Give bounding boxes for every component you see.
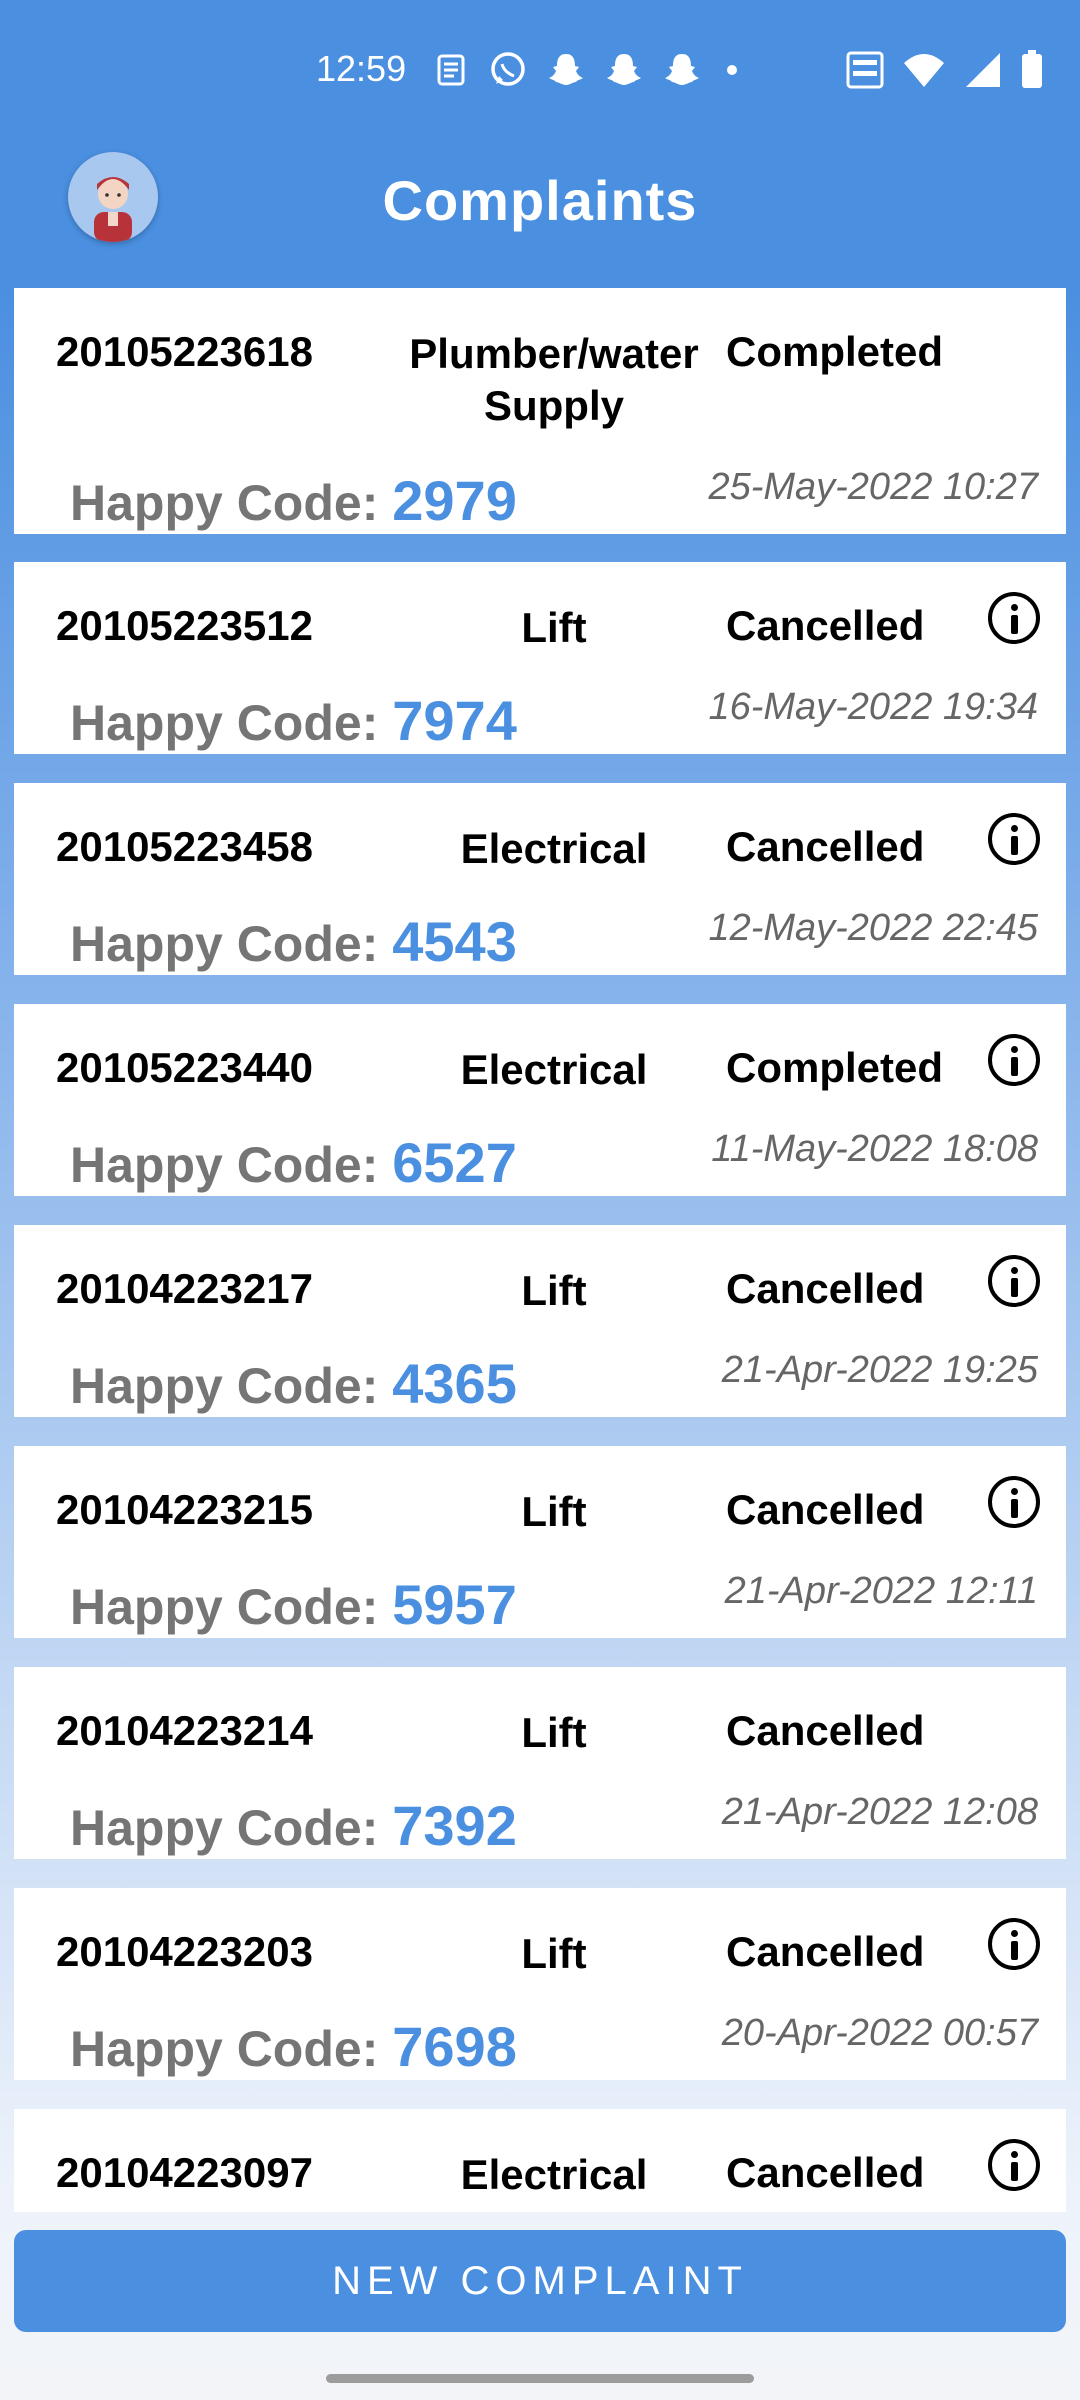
- complaint-status: Completed: [726, 1044, 944, 1091]
- complaint-card[interactable]: 20104223217 Lift Cancelled Happy Code: 4…: [14, 1225, 1066, 1417]
- happy-code-row: Happy Code: 4365: [70, 1351, 517, 1416]
- complaint-status: Completed: [726, 328, 944, 375]
- complaint-card[interactable]: 20104223203 Lift Cancelled Happy Code: 7…: [14, 1888, 1066, 2080]
- happy-code-value: 2979: [392, 469, 517, 532]
- complaint-id: 20104223203: [56, 1928, 313, 1975]
- new-complaint-button[interactable]: NEW COMPLAINT: [14, 2230, 1066, 2332]
- happy-code-label: Happy Code:: [70, 1800, 379, 1856]
- complaint-type: Lift: [521, 1488, 587, 1535]
- more-notifications-dot-icon: [727, 65, 737, 75]
- complaint-id: 20105223458: [56, 823, 313, 870]
- complaint-status: Cancelled: [726, 1486, 925, 1533]
- page-title: Complaints: [382, 169, 698, 232]
- complaint-card[interactable]: 20104223214 Lift Cancelled Happy Code: 7…: [14, 1667, 1066, 1859]
- complaint-id: 20105223512: [56, 602, 313, 649]
- complaints-list[interactable]: 20105223618 Plumber/water Supply Complet…: [14, 288, 1066, 2212]
- complaint-status: Cancelled: [726, 1707, 925, 1754]
- happy-code-row: Happy Code: 5957: [70, 1572, 517, 1637]
- complaint-card[interactable]: 20105223458 Electrical Cancelled Happy C…: [14, 783, 1066, 975]
- complaint-id: 20105223618: [56, 328, 313, 375]
- whatsapp-icon: [491, 52, 525, 86]
- complaint-date: 16-May-2022 19:34: [708, 686, 1038, 728]
- system-icons: [846, 50, 1044, 90]
- complaint-type: Lift: [521, 1267, 587, 1314]
- complaint-type: Electrical: [460, 825, 648, 872]
- complaint-card[interactable]: 20105223440 Electrical Completed Happy C…: [14, 1004, 1066, 1196]
- info-icon[interactable]: [988, 1476, 1040, 1528]
- happy-code-row: Happy Code: 4543: [70, 909, 517, 974]
- complaint-date: 12-May-2022 22:45: [708, 907, 1038, 949]
- happy-code-label: Happy Code:: [70, 1137, 379, 1193]
- happy-code-row: Happy Code: 7392: [70, 1793, 517, 1858]
- complaint-id: 20105223440: [56, 1044, 313, 1091]
- news-icon: [437, 54, 465, 86]
- complaint-card[interactable]: 20104223215 Lift Cancelled Happy Code: 5…: [14, 1446, 1066, 1638]
- happy-code-row: Happy Code: 7698: [70, 2014, 517, 2079]
- snapchat-icon: [549, 54, 583, 85]
- snapchat-icon: [607, 54, 641, 85]
- info-icon[interactable]: [988, 1034, 1040, 1086]
- status-time: 12:59: [316, 48, 407, 89]
- happy-code-label: Happy Code:: [70, 1579, 379, 1635]
- complaint-id: 20104223214: [56, 1707, 313, 1754]
- info-icon[interactable]: [988, 1918, 1040, 1970]
- info-icon[interactable]: [988, 2139, 1040, 2191]
- complaint-status: Cancelled: [726, 1265, 925, 1312]
- complaint-status: Cancelled: [726, 602, 925, 649]
- complaint-status: Cancelled: [726, 2149, 925, 2196]
- complaint-date: 11-May-2022 18:08: [711, 1128, 1038, 1170]
- happy-code-row: Happy Code: 6527: [70, 1130, 517, 1195]
- complaint-card[interactable]: 20104223097 Electrical Cancelled: [14, 2109, 1066, 2212]
- complaint-card[interactable]: 20105223512 Lift Cancelled Happy Code: 7…: [14, 562, 1066, 754]
- app-header: Complaints: [0, 140, 1080, 280]
- happy-code-value: 7392: [392, 1794, 517, 1857]
- happy-code-value: 7974: [392, 689, 517, 752]
- complaint-type: Lift: [521, 1709, 587, 1756]
- notification-icons: [434, 50, 744, 90]
- complaint-id: 20104223097: [56, 2149, 313, 2196]
- info-icon[interactable]: [988, 1255, 1040, 1307]
- complaint-type: Electrical: [460, 1046, 648, 1093]
- volte-icon: [846, 51, 884, 89]
- happy-code-value: 7698: [392, 2015, 517, 2078]
- wifi-icon: [904, 54, 944, 87]
- happy-code-value: 4365: [392, 1352, 517, 1415]
- complaint-date: 20-Apr-2022 00:57: [721, 2012, 1038, 2054]
- happy-code-value: 4543: [392, 910, 517, 973]
- status-bar: 12:59: [0, 0, 1080, 140]
- complaint-date: 25-May-2022 10:27: [708, 466, 1038, 508]
- complaint-card[interactable]: 20105223618 Plumber/water Supply Complet…: [14, 288, 1066, 534]
- complaint-type: Plumber/water Supply: [409, 330, 699, 429]
- complaint-type: Electrical: [460, 2151, 648, 2198]
- happy-code-row: Happy Code: 2979: [70, 468, 517, 533]
- gesture-nav-bar[interactable]: [326, 2374, 754, 2383]
- happy-code-value: 5957: [392, 1573, 517, 1636]
- complaint-status: Cancelled: [726, 823, 925, 870]
- complaint-type: Lift: [521, 604, 587, 651]
- info-icon[interactable]: [988, 813, 1040, 865]
- complaint-id: 20104223217: [56, 1265, 313, 1312]
- complaint-status: Cancelled: [726, 1928, 925, 1975]
- happy-code-label: Happy Code:: [70, 1358, 379, 1414]
- happy-code-label: Happy Code:: [70, 475, 379, 531]
- signal-icon: [966, 53, 1000, 87]
- snapchat-icon: [665, 54, 699, 85]
- complaint-type: Lift: [521, 1930, 587, 1977]
- happy-code-label: Happy Code:: [70, 695, 379, 751]
- complaint-id: 20104223215: [56, 1486, 313, 1533]
- complaint-date: 21-Apr-2022 12:08: [721, 1791, 1038, 1833]
- complaint-date: 21-Apr-2022 12:11: [724, 1570, 1038, 1612]
- battery-icon: [1022, 50, 1042, 88]
- happy-code-row: Happy Code: 7974: [70, 688, 517, 753]
- info-icon[interactable]: [988, 592, 1040, 644]
- complaint-date: 21-Apr-2022 19:25: [721, 1349, 1038, 1391]
- happy-code-label: Happy Code:: [70, 2021, 379, 2077]
- happy-code-value: 6527: [392, 1131, 517, 1194]
- happy-code-label: Happy Code:: [70, 916, 379, 972]
